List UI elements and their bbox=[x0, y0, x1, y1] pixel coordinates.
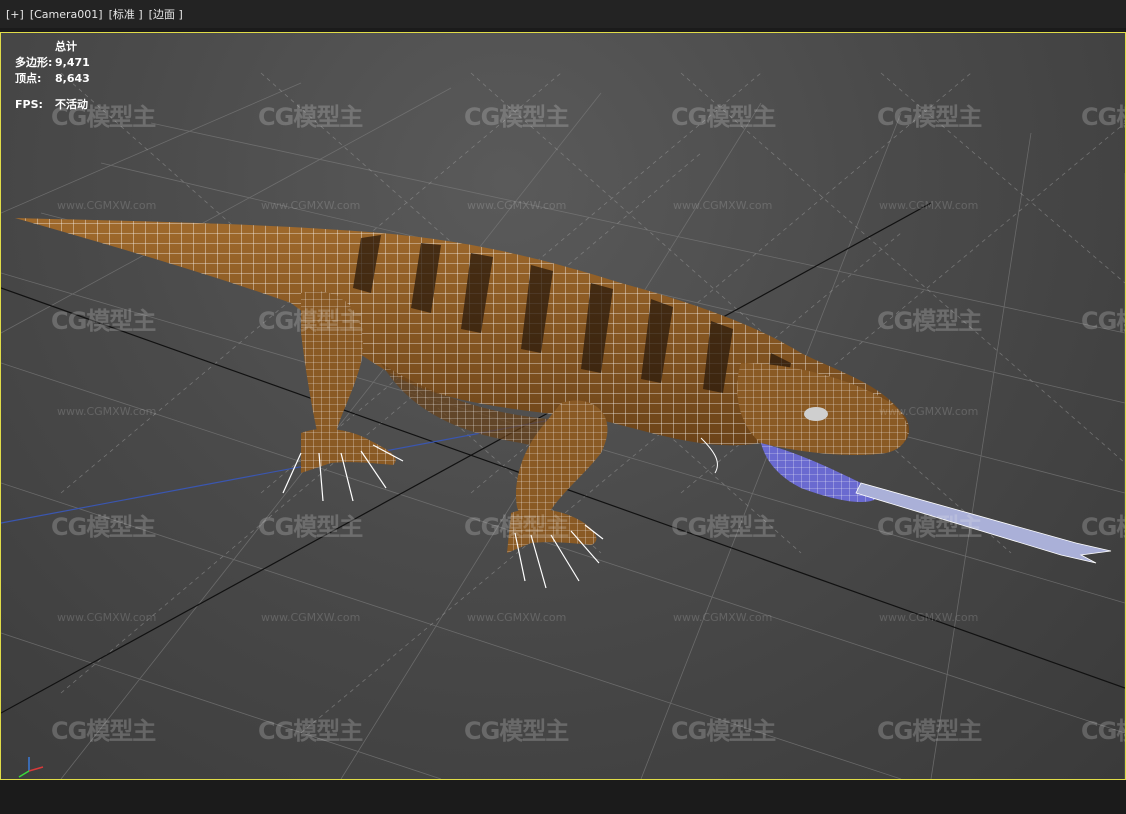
watermark-url: www.CGMXW.com bbox=[673, 611, 773, 624]
watermark-logo: CG模型主 bbox=[1081, 307, 1125, 335]
viewport-edges-menu[interactable]: [边面 ] bbox=[149, 6, 183, 22]
watermark-logo: CG模型主 bbox=[258, 307, 363, 335]
watermark-logo: CG模型主 bbox=[877, 307, 982, 335]
watermark-url: www.CGMXW.com bbox=[57, 611, 157, 624]
viewport-shading-menu[interactable]: [标准 ] bbox=[109, 6, 143, 22]
stats-title: 总计 bbox=[55, 40, 77, 53]
polys-label: 多边形: bbox=[15, 56, 53, 69]
watermark-logo: CG模型主 bbox=[877, 513, 982, 541]
camera-viewport[interactable]: 总计 多边形: 9,471 顶点: 8,643 FPS: 不活动 CG模型主 CG模型… bbox=[0, 32, 1126, 780]
watermark-logo: CG模型主 bbox=[1081, 513, 1125, 541]
watermark-logo: CG模型主 bbox=[1081, 103, 1125, 131]
verts-label: 顶点: bbox=[15, 72, 42, 85]
watermark-url: www.CGMXW.com bbox=[467, 199, 567, 212]
watermark-logo: CG模型主 bbox=[877, 103, 982, 131]
bottom-bar bbox=[0, 780, 1126, 814]
watermark-logo: CG模型主 bbox=[671, 513, 776, 541]
watermark-url: www.CGMXW.com bbox=[879, 611, 979, 624]
watermark-logo: CG模型主 bbox=[51, 103, 156, 131]
viewport-camera-menu[interactable]: [Camera001] bbox=[30, 8, 103, 21]
watermark-url: www.CGMXW.com bbox=[57, 199, 157, 212]
axis-gizmo bbox=[18, 757, 44, 778]
watermark-url: www.CGMXW.com bbox=[879, 405, 979, 418]
watermark-logo: CG模型主 bbox=[258, 103, 363, 131]
watermark-logo: CG模型主 bbox=[671, 103, 776, 131]
watermark-logo: CG模型主 bbox=[1081, 717, 1125, 745]
watermark-logo: CG模型主 bbox=[464, 513, 569, 541]
watermark-url: www.CGMXW.com bbox=[467, 611, 567, 624]
watermark-logo: CG模型主 bbox=[258, 513, 363, 541]
watermark-logo: CG模型主 bbox=[464, 103, 569, 131]
fps-label: FPS: bbox=[15, 98, 43, 111]
viewport-plus-menu[interactable]: [+] bbox=[6, 8, 24, 21]
watermark-logo: CG模型主 bbox=[51, 513, 156, 541]
polys-value: 9,471 bbox=[55, 56, 90, 69]
verts-value: 8,643 bbox=[55, 72, 90, 85]
watermark-logo: CG模型主 bbox=[877, 717, 982, 745]
watermark-url: www.CGMXW.com bbox=[261, 199, 361, 212]
eye bbox=[804, 407, 828, 421]
watermark-logo: CG模型主 bbox=[51, 307, 156, 335]
watermark-url: www.CGMXW.com bbox=[673, 199, 773, 212]
watermark-logo: CG模型主 bbox=[51, 717, 156, 745]
watermark-url: www.CGMXW.com bbox=[261, 611, 361, 624]
watermark-logo: CG模型主 bbox=[671, 717, 776, 745]
watermark-url: www.CGMXW.com bbox=[879, 199, 979, 212]
viewport-menubar: [+] [Camera001] [标准 ] [边面 ] bbox=[0, 0, 1126, 28]
watermark-logo: CG模型主 bbox=[258, 717, 363, 745]
watermark-url: www.CGMXW.com bbox=[57, 405, 157, 418]
watermark-logo: CG模型主 bbox=[464, 717, 569, 745]
